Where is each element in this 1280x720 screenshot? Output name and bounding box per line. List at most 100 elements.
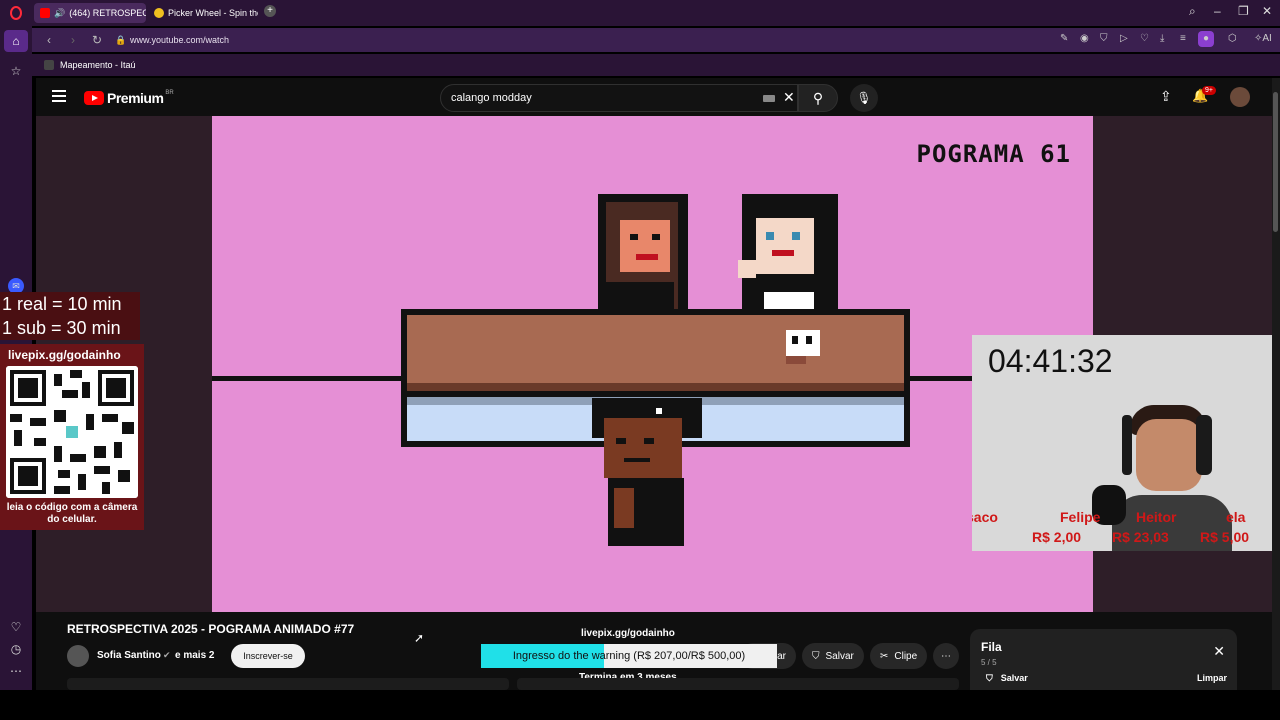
save-label: Salvar xyxy=(825,650,854,662)
youtube-play-icon xyxy=(84,91,104,105)
queue-save-button[interactable]: ⛉ Salvar xyxy=(986,673,1028,684)
camera-icon[interactable]: ◉ xyxy=(1080,33,1089,44)
donor-name: ela xyxy=(1226,509,1246,525)
search-input[interactable] xyxy=(451,90,751,106)
right-character xyxy=(738,194,838,312)
ai-button[interactable]: ✧AI xyxy=(1254,33,1272,44)
more-icon: ⋯ xyxy=(941,650,951,662)
video-frame[interactable]: POGRAMA 61 xyxy=(212,116,1093,612)
donor-name: Heitor xyxy=(1136,509,1177,525)
queue-panel: Fila 5 / 5 ✕ ⛉ Salvar Limpar xyxy=(970,629,1237,690)
qr-caption: leia o código com a câmera do celular. xyxy=(6,502,138,525)
bookmarks-star-icon[interactable]: ☆ xyxy=(8,64,24,80)
history-icon[interactable]: ◷ xyxy=(8,642,24,658)
user-avatar[interactable] xyxy=(1230,87,1250,107)
tab-label: Picker Wheel - Spin the W xyxy=(168,8,258,18)
home-icon[interactable]: ⌂ xyxy=(4,30,28,52)
bookmark-mapeamento[interactable]: Mapeamento - Itaú xyxy=(60,60,136,70)
channel-name[interactable]: Sofia Santino xyxy=(97,650,161,661)
back-icon[interactable]: ‹ xyxy=(42,33,56,47)
heart-outline-icon[interactable]: ♡ xyxy=(1140,33,1149,44)
close-window-icon[interactable]: ✕ xyxy=(1262,4,1272,18)
bookmarks-bar: Mapeamento - Itaú xyxy=(32,54,1280,76)
donor-amount: R$ 2,00 xyxy=(1032,529,1082,545)
opera-logo-icon[interactable] xyxy=(10,6,22,20)
menu-lines-icon[interactable]: ≡ xyxy=(1180,33,1186,44)
donor-amount: R$ 5,00 xyxy=(1200,529,1250,545)
clip-label: Clipe xyxy=(894,650,918,662)
goal-url: livepix.gg/godainho xyxy=(581,628,675,639)
wheel-favicon-icon xyxy=(154,8,164,18)
bookmark-icon: ⛉ xyxy=(986,673,993,683)
bookmark-icon: ⛉ xyxy=(812,650,820,662)
qr-code-icon xyxy=(6,366,138,498)
new-tab-button[interactable]: + xyxy=(264,5,276,17)
minimize-icon[interactable]: – xyxy=(1214,4,1221,18)
tab-picker-wheel[interactable]: Picker Wheel - Spin the W xyxy=(148,3,258,23)
play-icon[interactable]: ▷ xyxy=(1120,33,1128,44)
extensions-icon[interactable]: ⬡ xyxy=(1228,33,1237,44)
mouse-cursor-icon: ➚ xyxy=(414,631,425,645)
save-button[interactable]: ⛉ Salvar xyxy=(802,643,864,669)
rate-sub: 1 sub = 30 min xyxy=(2,318,121,338)
video-title: RETROSPECTIVA 2025 - POGRAMA ANIMADO #77 xyxy=(67,622,355,636)
hamburger-menu-icon[interactable] xyxy=(52,90,66,102)
rates-overlay: 1 real = 10 min 1 sub = 30 min xyxy=(0,292,140,340)
description-skeleton xyxy=(67,678,509,690)
edit-icon[interactable]: ✎ xyxy=(1060,33,1068,44)
more-actions-button[interactable]: ⋯ xyxy=(933,643,959,669)
restore-icon[interactable]: ❐ xyxy=(1238,4,1249,18)
reload-icon[interactable]: ↻ xyxy=(90,33,104,47)
webcam-overlay: 04:41:32 saco Felipe Heitor ela R$ 2,00 … xyxy=(972,335,1280,551)
collab-count[interactable]: e mais 2 xyxy=(175,650,214,661)
more-icon[interactable]: ⋯ xyxy=(8,664,24,680)
queue-clear-button[interactable]: Limpar xyxy=(1197,673,1227,683)
verified-icon: ✔ xyxy=(163,650,171,660)
scissors-icon: ✂ xyxy=(880,650,889,662)
youtube-favicon-icon xyxy=(40,8,50,18)
qr-url: livepix.gg/godainho xyxy=(8,348,121,362)
profile-icon[interactable]: ● xyxy=(1198,31,1214,47)
subscribe-button[interactable]: Inscrever-se xyxy=(231,644,305,668)
tab-retrospectiva[interactable]: 🔊 (464) RETROSPECTIVA xyxy=(34,3,146,23)
speaker-icon: 🔊 xyxy=(54,7,66,18)
close-queue-icon[interactable]: ✕ xyxy=(1213,643,1225,660)
stream-timer: 04:41:32 xyxy=(988,343,1113,379)
donation-goal-bar: Ingresso do the warning (R$ 207,00/R$ 50… xyxy=(481,644,777,668)
goal-text: Ingresso do the warning (R$ 207,00/R$ 50… xyxy=(512,650,746,662)
address-bar: ‹ › ↻ 🔒 www.youtube.com/watch ✎ ◉ ⛉ ▷ ♡ … xyxy=(32,28,1280,52)
search-tabs-icon[interactable]: ⌕ xyxy=(1189,4,1196,19)
search-box: ✕ xyxy=(440,84,798,112)
keyboard-icon[interactable] xyxy=(763,95,775,102)
youtube-logo[interactable]: Premium BR xyxy=(84,90,174,106)
channel-avatar[interactable] xyxy=(67,645,89,667)
notification-count-badge: 9+ xyxy=(1202,86,1216,95)
shield-icon[interactable]: ⛉ xyxy=(1100,33,1108,44)
left-character xyxy=(598,194,688,312)
tab-bar: 🔊 (464) RETROSPECTIVA Picker Wheel - Spi… xyxy=(0,0,1280,26)
clear-search-icon[interactable]: ✕ xyxy=(783,89,795,106)
search-icon: ⚲ xyxy=(812,90,824,106)
donor-name: Felipe xyxy=(1060,509,1101,525)
url-text[interactable]: www.youtube.com/watch xyxy=(130,35,229,45)
search-button[interactable]: ⚲ xyxy=(798,84,838,112)
logo-text: Premium xyxy=(107,90,164,106)
forward-icon[interactable]: › xyxy=(66,33,80,47)
queue-count: 5 / 5 xyxy=(981,658,997,667)
share-label: ar xyxy=(777,650,786,662)
bookmark-favicon-icon xyxy=(44,60,54,70)
scrollbar-thumb[interactable] xyxy=(1273,92,1278,232)
lock-icon: 🔒 xyxy=(115,34,127,45)
ai-label: AI xyxy=(1262,33,1272,44)
clip-button[interactable]: ✂ Clipe xyxy=(870,643,928,669)
rate-real: 1 real = 10 min xyxy=(2,294,122,314)
download-icon[interactable]: ⤓ xyxy=(1160,33,1164,44)
voice-search-button[interactable]: 🎙 xyxy=(850,84,878,112)
pixel-art-scene xyxy=(401,194,910,546)
upload-icon[interactable]: ⇪ xyxy=(1160,88,1172,105)
comments-skeleton xyxy=(517,678,959,690)
microphone-icon: 🎙 xyxy=(856,91,872,105)
heart-icon[interactable]: ♡ xyxy=(8,620,24,636)
donor-name: saco xyxy=(972,509,998,525)
tab-label: (464) RETROSPECTIVA xyxy=(69,8,146,18)
